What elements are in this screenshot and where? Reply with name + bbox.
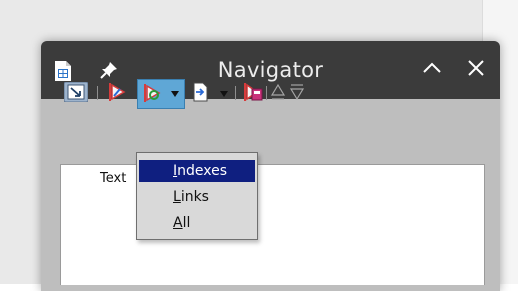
menu-item-all[interactable]: All (139, 212, 255, 234)
toolbar-separator (266, 86, 267, 100)
previous-object-icon[interactable] (108, 82, 126, 102)
menu-item-accel: L (173, 189, 181, 205)
menu-item-indexes[interactable]: Indexes (139, 160, 255, 182)
promote-icon[interactable] (270, 82, 286, 102)
collapse-icon[interactable] (420, 56, 444, 80)
close-icon[interactable] (465, 57, 487, 79)
demote-icon[interactable] (289, 82, 305, 102)
chevron-down-icon (171, 91, 179, 97)
toolbar-separator (235, 86, 236, 100)
next-object-icon (144, 84, 161, 102)
menu-item-label: ndexes (177, 163, 228, 179)
tree-item-text[interactable]: Text (100, 171, 126, 186)
toolbar-separator (97, 86, 98, 100)
drag-mode-icon[interactable] (191, 82, 209, 102)
menu-item-links[interactable]: Links (139, 186, 255, 208)
chevron-down-icon[interactable] (220, 91, 228, 97)
reminder-icon[interactable] (243, 82, 263, 102)
menu-item-accel: A (173, 215, 183, 231)
content-view-toggle-icon[interactable] (64, 82, 88, 102)
menu-item-label: inks (180, 189, 209, 205)
navigate-by-menu: Indexes Links All (136, 152, 258, 240)
menu-item-label: ll (182, 215, 191, 231)
navigate-by-button[interactable] (137, 79, 185, 109)
